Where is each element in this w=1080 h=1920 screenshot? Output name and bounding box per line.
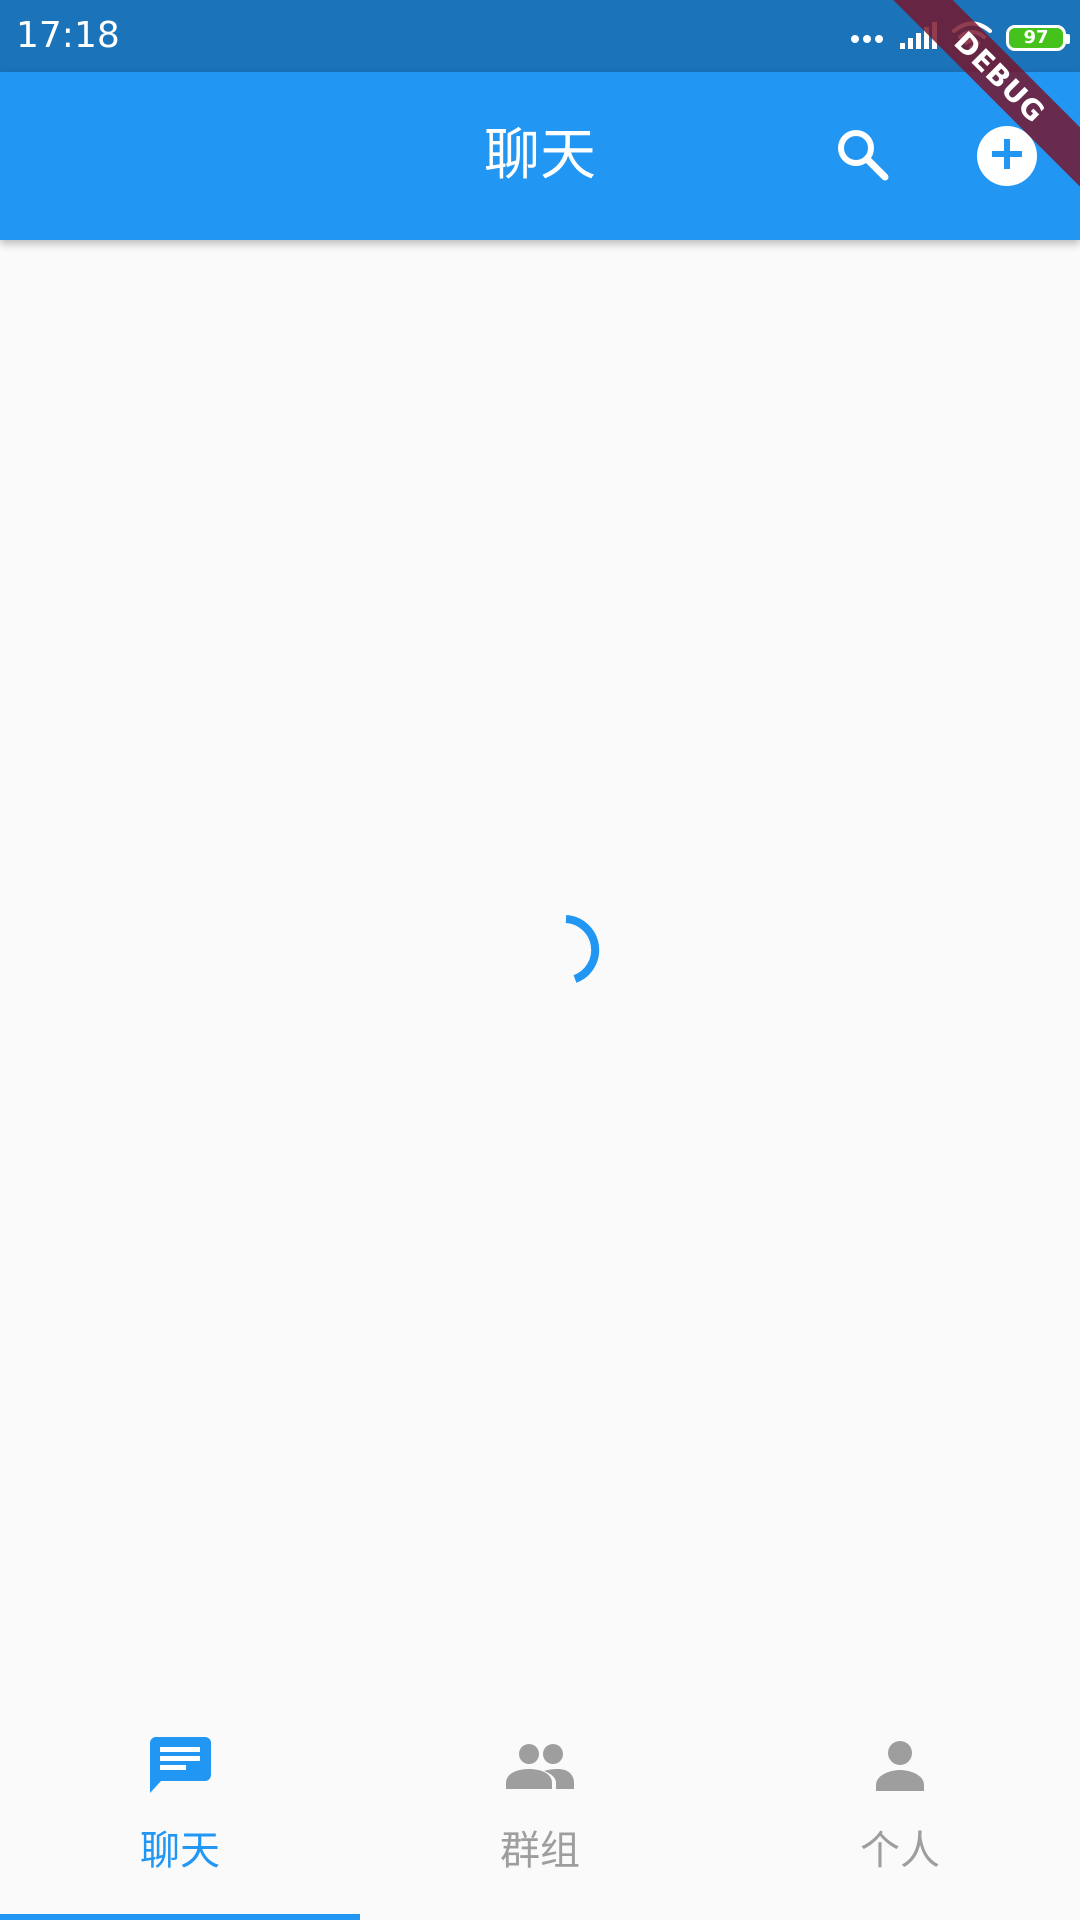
active-tab-indicator xyxy=(0,1914,360,1920)
page-title: 聊天 xyxy=(484,123,596,188)
tab-chat-label: 聊天 xyxy=(140,1828,220,1874)
status-time: 17:18 xyxy=(16,15,120,56)
search-button[interactable] xyxy=(830,124,896,190)
tab-groups[interactable]: 群组 xyxy=(360,1700,720,1920)
more-dots-icon xyxy=(850,29,884,48)
search-icon xyxy=(835,127,891,187)
app-bar: 聊天 xyxy=(0,72,1080,240)
chat-icon xyxy=(144,1730,216,1802)
group-icon xyxy=(504,1730,576,1802)
loading-spinner xyxy=(529,908,609,988)
tab-chat[interactable]: 聊天 xyxy=(0,1700,360,1920)
person-icon xyxy=(864,1730,936,1802)
tab-profile-label: 个人 xyxy=(860,1828,940,1874)
add-circle-icon xyxy=(989,136,1025,176)
battery-level: 97 xyxy=(1023,27,1049,48)
bottom-nav: 聊天 群组 个人 xyxy=(0,1700,1080,1920)
battery-icon: 97 xyxy=(1006,25,1070,51)
tab-groups-label: 群组 xyxy=(500,1828,580,1874)
tab-profile[interactable]: 个人 xyxy=(720,1700,1080,1920)
